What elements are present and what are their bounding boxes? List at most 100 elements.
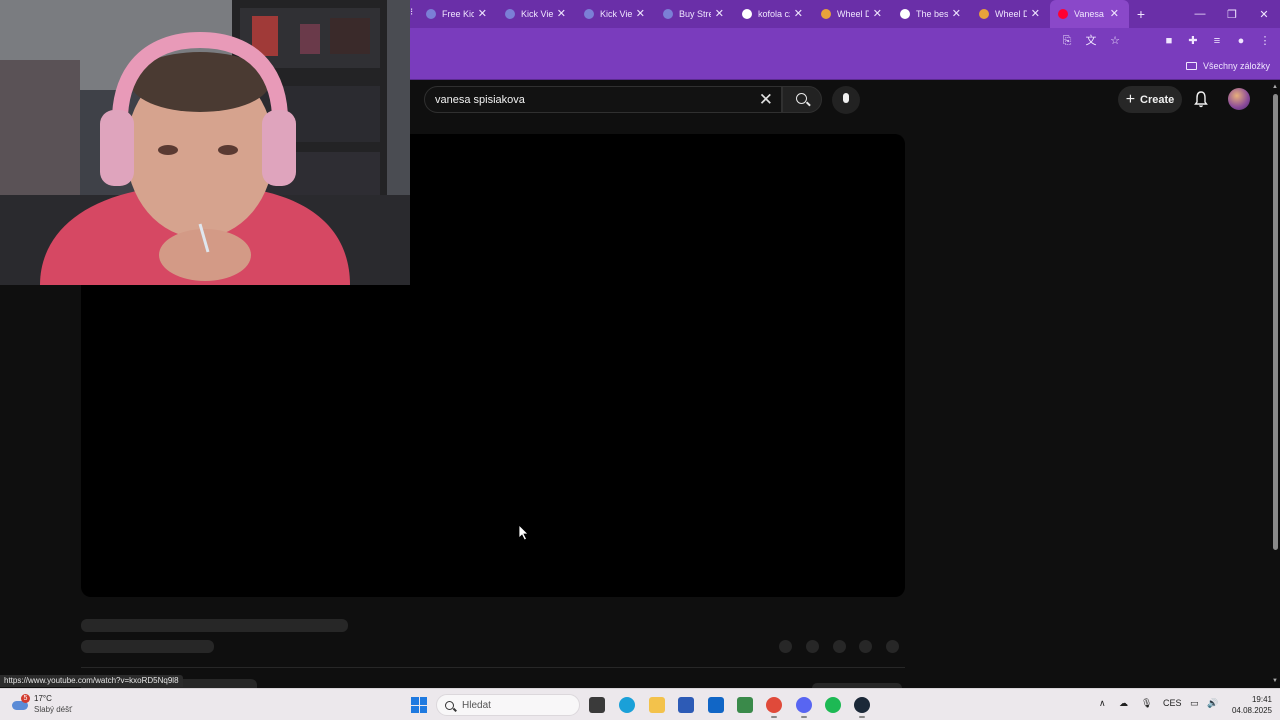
scrollbar-thumb[interactable] xyxy=(1273,94,1278,550)
webcam-overlay xyxy=(0,0,410,285)
profile-avatar-icon[interactable]: ● xyxy=(1234,34,1248,48)
browser-tab[interactable]: Wheel D ✕ xyxy=(813,0,892,28)
tab-favicon-icon xyxy=(979,9,989,19)
close-tab-icon[interactable]: ✕ xyxy=(1110,7,1119,20)
window-controls: — ❐ ✕ xyxy=(1184,0,1280,28)
translate-icon[interactable]: 文 xyxy=(1084,34,1098,48)
create-label: Create xyxy=(1140,93,1175,106)
tab-scroll-left-icon[interactable]: ⁝ xyxy=(410,7,416,18)
content-divider xyxy=(81,667,905,668)
language-indicator[interactable]: CES xyxy=(1163,698,1182,708)
network-icon[interactable]: ▭ xyxy=(1190,698,1199,709)
install-app-icon[interactable]: ⎘ xyxy=(1060,34,1074,48)
create-button[interactable]: + Create xyxy=(1118,86,1182,113)
weather-rain-icon: 5 xyxy=(12,694,30,711)
browser-tab[interactable]: kofola cz ✕ xyxy=(734,0,813,28)
outlook-icon[interactable] xyxy=(708,697,724,713)
clock-date: 04.08.2025 xyxy=(1231,706,1272,715)
browser-tab[interactable]: Kick View ✕ xyxy=(497,0,576,28)
browser-tab-strip: ⁝ Free Kick✕Kick View✕Kick View✕Buy Stre… xyxy=(410,0,1280,28)
plus-icon: + xyxy=(1125,90,1136,108)
bookmarks-bar: Všechny záložky xyxy=(410,56,1280,80)
browser-tab[interactable]: Buy Strea ✕ xyxy=(655,0,734,28)
all-bookmarks-label: Všechny záložky xyxy=(1202,61,1270,71)
file-explorer-icon[interactable] xyxy=(649,697,665,713)
status-url-tooltip: https://www.youtube.com/watch?v=kxoRD5Nq… xyxy=(0,675,183,687)
discord-icon[interactable] xyxy=(796,697,812,718)
microphone-tray-icon[interactable]: 🎙 xyxy=(1141,698,1152,709)
tab-title: Kick View xyxy=(600,9,632,19)
xbox-app-icon[interactable] xyxy=(737,697,753,713)
taskbar-search-placeholder: Hledat xyxy=(462,699,491,711)
volume-icon[interactable]: 🔊 xyxy=(1207,698,1218,709)
scroll-up-icon[interactable]: ▲ xyxy=(1272,84,1278,90)
task-view-icon[interactable] xyxy=(589,697,605,713)
onedrive-cloud-icon[interactable]: ☁ xyxy=(1119,698,1128,709)
extension-icon[interactable]: ■ xyxy=(1162,34,1176,48)
taskbar-search-box[interactable]: Hledat xyxy=(436,694,580,716)
voice-search-button[interactable] xyxy=(832,86,860,114)
weather-widget[interactable]: 5 17°C Slabý déšť xyxy=(12,693,72,715)
restore-icon[interactable]: ❐ xyxy=(1216,8,1248,21)
spotify-icon[interactable] xyxy=(825,697,841,713)
close-tab-icon[interactable]: ✕ xyxy=(952,7,961,20)
minimize-icon[interactable]: — xyxy=(1184,8,1216,20)
browser-tab[interactable]: Free Kick ✕ xyxy=(418,0,497,28)
all-bookmarks-button[interactable]: Všechny záložky xyxy=(1185,61,1270,71)
action-skeleton-3 xyxy=(833,640,846,653)
tray-overflow-chevron-icon[interactable]: ∧ xyxy=(1099,698,1106,709)
steam-icon[interactable] xyxy=(854,697,870,718)
close-tab-icon[interactable]: ✕ xyxy=(557,7,566,20)
close-tab-icon[interactable]: ✕ xyxy=(794,7,803,20)
start-button-windows-icon[interactable] xyxy=(411,697,427,713)
tab-favicon-icon xyxy=(821,9,831,19)
close-tab-icon[interactable]: ✕ xyxy=(636,7,645,20)
toolbar-spacer xyxy=(1132,34,1152,48)
search-button[interactable] xyxy=(782,86,822,113)
tab-title: Wheel D xyxy=(995,9,1027,19)
action-skeleton-4 xyxy=(859,640,872,653)
tab-favicon-icon xyxy=(663,9,673,19)
close-window-icon[interactable]: ✕ xyxy=(1248,8,1280,21)
scroll-down-icon[interactable]: ▼ xyxy=(1272,678,1278,684)
search-query-text: vanesa spisiakova xyxy=(435,94,525,106)
webcam-image xyxy=(0,0,410,285)
close-tab-icon[interactable]: ✕ xyxy=(1031,7,1040,20)
tab-title: Vanesa Sp xyxy=(1074,9,1106,19)
microsoft-store-icon[interactable] xyxy=(678,697,694,713)
browser-menu-icon[interactable]: ⋮ xyxy=(1258,34,1272,48)
close-tab-icon[interactable]: ✕ xyxy=(478,7,487,20)
browser-tab[interactable]: The best ✕ xyxy=(892,0,971,28)
media-control-icon[interactable]: ≡ xyxy=(1210,34,1224,48)
notifications-bell-icon[interactable] xyxy=(1194,90,1208,108)
tab-favicon-icon xyxy=(584,9,594,19)
toolbar-icons: ⎘ 文 ☆ ■ ✚ ≡ ● ⋮ xyxy=(1060,34,1272,48)
close-tab-icon[interactable]: ✕ xyxy=(715,7,724,20)
bookmark-star-icon[interactable]: ☆ xyxy=(1108,34,1122,48)
extensions-puzzle-icon[interactable]: ✚ xyxy=(1186,34,1200,48)
new-tab-button[interactable]: + xyxy=(1129,6,1153,22)
tab-title: kofola cz xyxy=(758,9,790,19)
system-clock[interactable]: 19:41 04.08.2025 xyxy=(1228,694,1272,716)
tab-favicon-icon xyxy=(742,9,752,19)
microphone-icon xyxy=(843,93,849,103)
search-icon xyxy=(796,93,807,104)
weather-desc: Slabý déšť xyxy=(34,705,73,714)
page-scrollbar[interactable]: ▲ ▼ xyxy=(1271,82,1280,688)
account-avatar[interactable] xyxy=(1228,88,1250,110)
tab-title: Wheel D xyxy=(837,9,869,19)
tab-favicon-icon xyxy=(505,9,515,19)
weather-temp: 17°C xyxy=(34,694,52,703)
edge-browser-icon[interactable] xyxy=(619,697,635,713)
browser-tab[interactable]: Vanesa Sp ✕ xyxy=(1050,0,1129,28)
browser-tab[interactable]: Kick View ✕ xyxy=(576,0,655,28)
tab-favicon-icon xyxy=(900,9,910,19)
chrome-icon[interactable] xyxy=(766,697,782,718)
channel-skeleton xyxy=(81,640,214,653)
browser-tab[interactable]: Wheel D ✕ xyxy=(971,0,1050,28)
close-tab-icon[interactable]: ✕ xyxy=(873,7,882,20)
screen: ⁝ Free Kick✕Kick View✕Kick View✕Buy Stre… xyxy=(0,0,1280,720)
search-input[interactable]: vanesa spisiakova ✕ xyxy=(424,86,782,113)
action-skeleton-1 xyxy=(779,640,792,653)
clear-search-icon[interactable]: ✕ xyxy=(759,90,773,110)
